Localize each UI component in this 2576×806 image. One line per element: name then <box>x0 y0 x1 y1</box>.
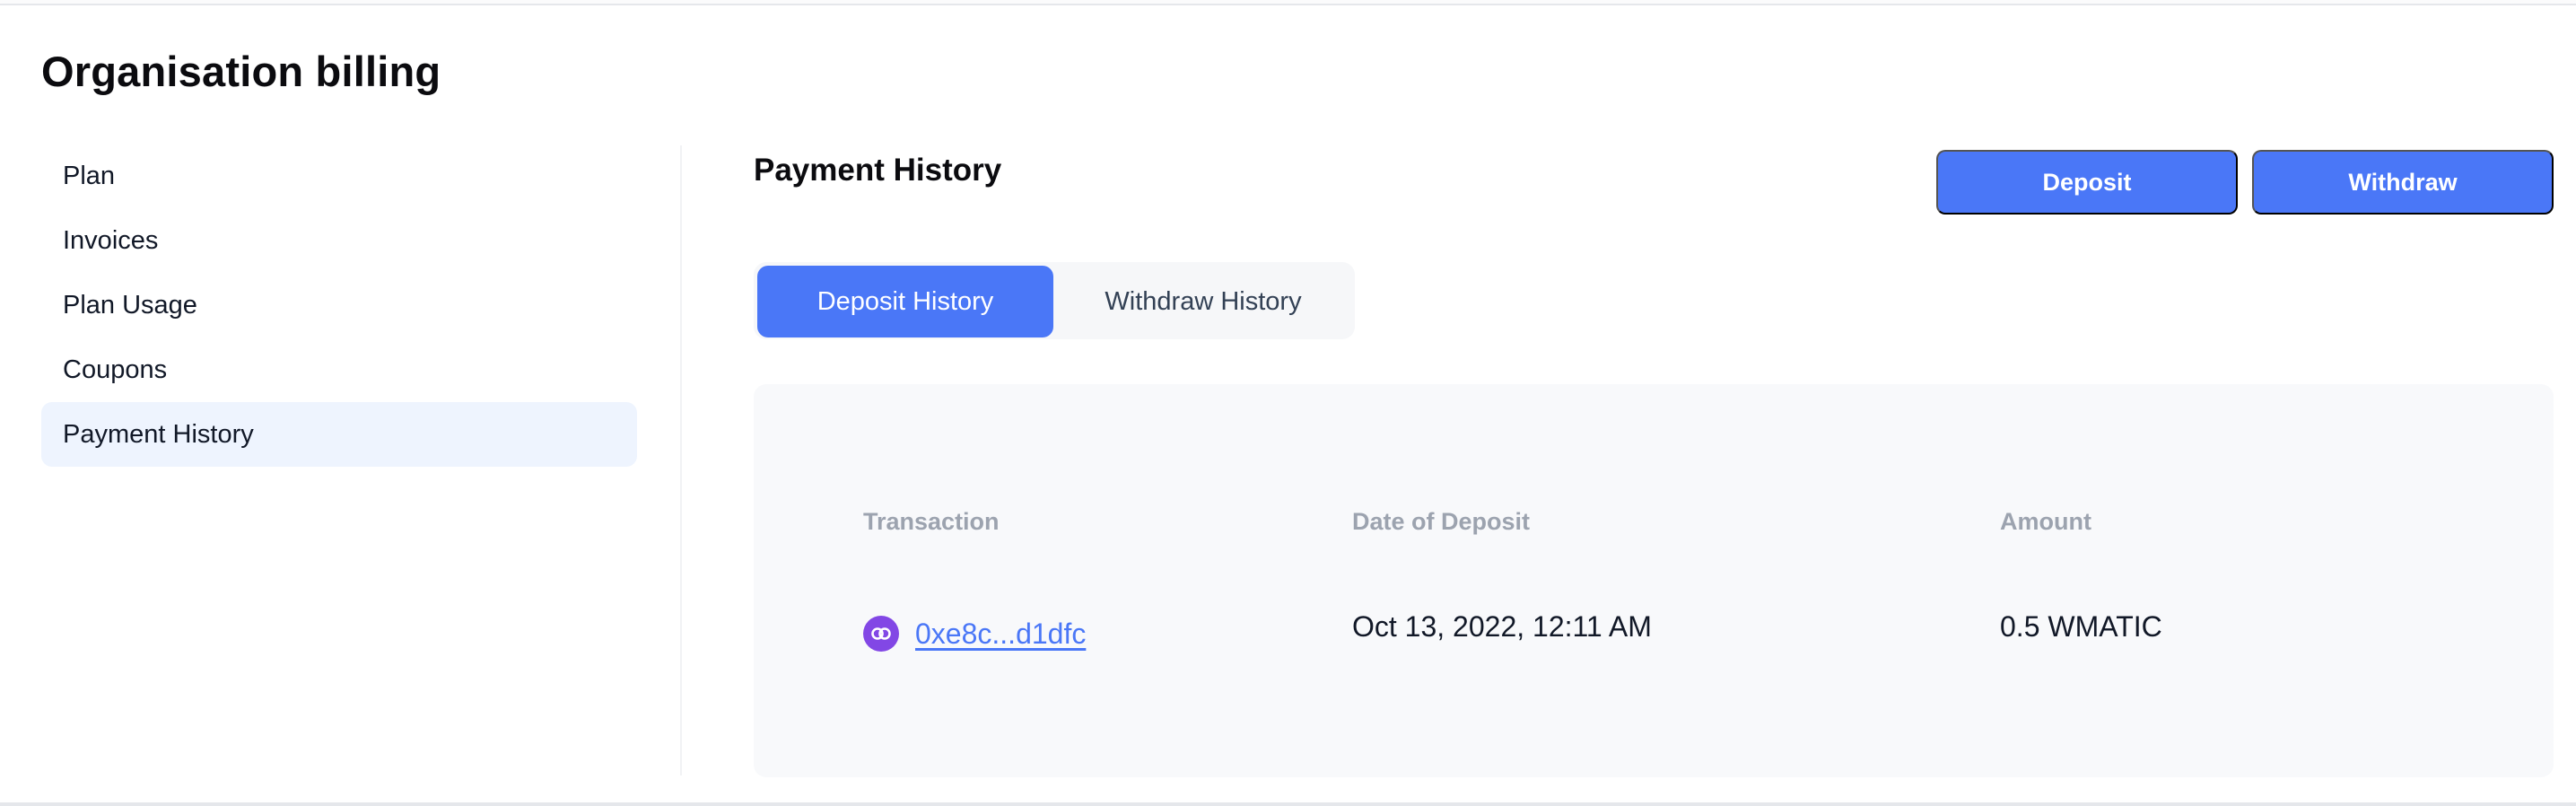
withdraw-button[interactable]: Withdraw <box>2252 150 2554 215</box>
top-border <box>0 0 2576 5</box>
tab-withdraw-history[interactable]: Withdraw History <box>1055 266 1351 337</box>
table-row-amount: 0.5 WMATIC <box>2000 610 2162 643</box>
sidebar-item-invoices[interactable]: Invoices <box>41 208 637 273</box>
history-tabs: Deposit History Withdraw History <box>754 262 1355 339</box>
sidebar-item-plan-usage[interactable]: Plan Usage <box>41 273 637 337</box>
column-header-date: Date of Deposit <box>1352 508 1531 535</box>
sidebar-item-label: Coupons <box>63 355 168 384</box>
table-row-date: Oct 13, 2022, 12:11 AM <box>1352 610 1652 643</box>
polygon-icon <box>863 616 899 652</box>
sidebar-item-label: Payment History <box>63 419 254 449</box>
table-row-transaction-cell: 0xe8c...d1dfc <box>863 616 1086 652</box>
sidebar-item-coupons[interactable]: Coupons <box>41 337 637 402</box>
section-title: Payment History <box>754 153 1002 188</box>
tab-deposit-history[interactable]: Deposit History <box>757 266 1053 337</box>
sidebar-item-payment-history[interactable]: Payment History <box>41 402 637 467</box>
sidebar-item-plan[interactable]: Plan <box>41 144 637 208</box>
transaction-hash-link[interactable]: 0xe8c...d1dfc <box>915 618 1086 651</box>
deposit-history-table <box>754 384 2554 777</box>
billing-page: Organisation billing Plan Invoices Plan … <box>0 0 2576 806</box>
sidebar-item-label: Invoices <box>63 225 159 255</box>
sidebar-item-label: Plan Usage <box>63 290 197 320</box>
sidebar-item-label: Plan <box>63 161 116 190</box>
column-header-transaction: Transaction <box>863 508 1000 535</box>
deposit-button[interactable]: Deposit <box>1936 150 2238 215</box>
sidebar-divider <box>680 145 682 775</box>
column-header-amount: Amount <box>2000 508 2091 535</box>
page-title: Organisation billing <box>41 48 441 95</box>
billing-sidebar: Plan Invoices Plan Usage Coupons Payment… <box>41 144 637 467</box>
bottom-border <box>0 802 2576 806</box>
